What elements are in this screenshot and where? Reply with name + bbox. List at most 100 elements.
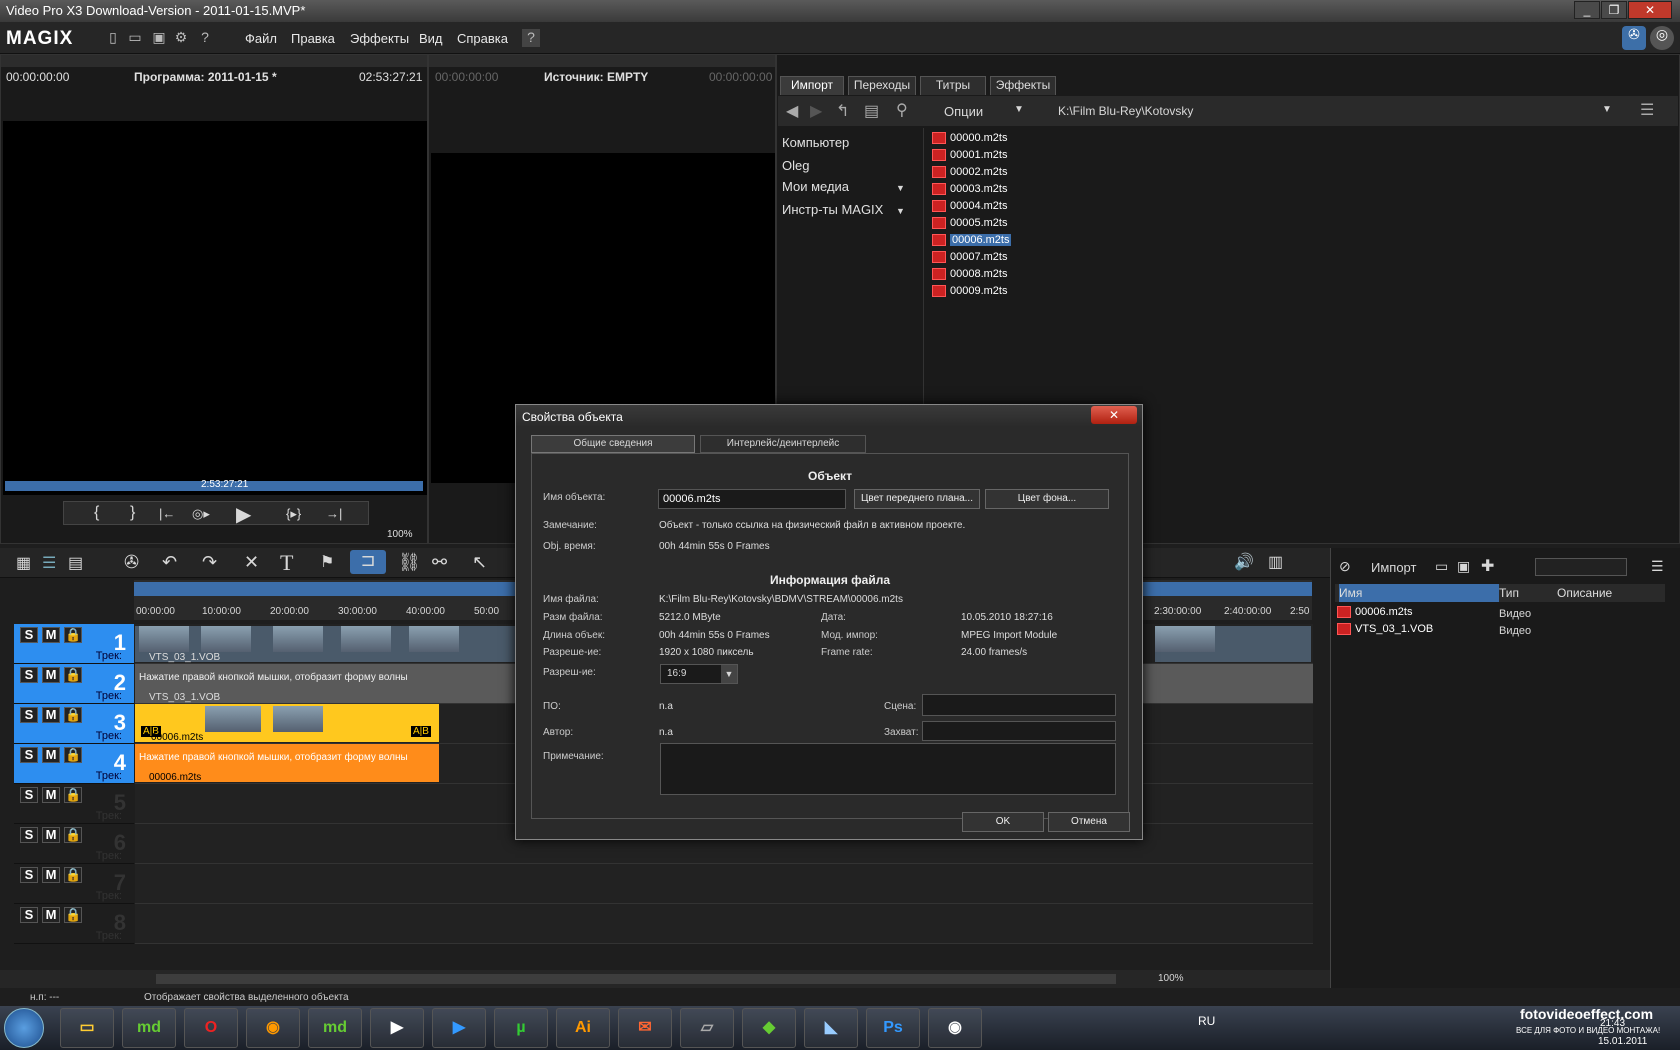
- redo-icon[interactable]: ↷: [202, 552, 217, 573]
- tab-transitions[interactable]: Переходы: [848, 76, 916, 95]
- options-dropdown[interactable]: Опции: [944, 104, 983, 119]
- track-header[interactable]: S M 🔒 6 Трек:: [14, 824, 134, 864]
- folder-icon[interactable]: ▭: [1435, 558, 1448, 575]
- mark-in-icon[interactable]: {: [94, 504, 99, 522]
- next-marker-icon[interactable]: {▸}: [286, 506, 301, 522]
- track-header[interactable]: S M 🔒 4 Трек:: [14, 744, 134, 784]
- solo-button[interactable]: S: [20, 827, 38, 843]
- explorer-taskbar-icon[interactable]: ▭: [60, 1008, 114, 1048]
- scene-field[interactable]: [922, 694, 1116, 716]
- list-item[interactable]: 00005.m2ts: [932, 217, 1007, 233]
- tools-taskbar-icon[interactable]: ◣: [804, 1008, 858, 1048]
- list-item[interactable]: 00002.m2ts: [932, 166, 1007, 182]
- mute-button[interactable]: M: [42, 667, 60, 683]
- mute-button[interactable]: M: [42, 907, 60, 923]
- add-icon[interactable]: ✚: [1481, 556, 1494, 576]
- track-header[interactable]: S M 🔒 8 Трек:: [14, 904, 134, 944]
- solo-button[interactable]: S: [20, 627, 38, 643]
- storyboard-mode-icon[interactable]: ▦: [16, 553, 31, 573]
- cancel-button[interactable]: Отмена: [1048, 812, 1130, 832]
- minimize-button[interactable]: _: [1574, 1, 1600, 19]
- save-icon[interactable]: ▣: [150, 29, 168, 47]
- track-lane-7[interactable]: [135, 864, 1313, 904]
- track-header[interactable]: S M 🔒 1 Трек:: [14, 624, 134, 664]
- lock-icon[interactable]: 🔒: [64, 707, 82, 723]
- lock-icon[interactable]: 🔒: [64, 627, 82, 643]
- chevron-down-icon[interactable]: ▼: [896, 183, 905, 193]
- link-icon[interactable]: ⛓: [398, 552, 421, 573]
- mute-button[interactable]: M: [42, 747, 60, 763]
- magix-app-taskbar-icon[interactable]: ◆: [742, 1008, 796, 1048]
- chevron-down-icon[interactable]: ▼: [721, 665, 737, 683]
- settings-icon[interactable]: ⚙: [172, 29, 190, 47]
- back-arrow-icon[interactable]: ◀: [786, 101, 798, 121]
- volume-icon[interactable]: 🔊: [1234, 552, 1254, 572]
- scene-mode-icon[interactable]: ▤: [68, 553, 83, 573]
- notepad-taskbar-icon[interactable]: ▱: [680, 1008, 734, 1048]
- note-textarea[interactable]: [660, 743, 1116, 795]
- end-icon[interactable]: →|: [326, 506, 342, 521]
- list-item[interactable]: 00008.m2ts: [932, 268, 1007, 284]
- table-row[interactable]: VTS_03_1.VOB: [1337, 623, 1433, 636]
- start-button[interactable]: [4, 1008, 44, 1048]
- object-name-field[interactable]: 00006.m2ts: [658, 489, 846, 509]
- solo-button[interactable]: S: [20, 747, 38, 763]
- list-item[interactable]: 00001.m2ts: [932, 149, 1007, 165]
- track-header[interactable]: S M 🔒 7 Трек:: [14, 864, 134, 904]
- ok-button[interactable]: OK: [962, 812, 1044, 832]
- nav-my-media[interactable]: Мои медиа: [782, 179, 849, 194]
- tab-effects[interactable]: Эффекты: [990, 76, 1056, 95]
- play-icon[interactable]: ▶: [236, 502, 251, 527]
- path-dropdown-icon[interactable]: ▼: [1602, 104, 1612, 115]
- crossfade-ab-icon[interactable]: A|B: [411, 726, 431, 737]
- scrollbar-thumb[interactable]: [156, 974, 1116, 984]
- lock-icon[interactable]: 🔒: [64, 867, 82, 883]
- list-item[interactable]: 00003.m2ts: [932, 183, 1007, 199]
- close-button[interactable]: ✕: [1628, 1, 1672, 19]
- timeline-mode-icon[interactable]: ☰: [42, 553, 56, 573]
- mute-button[interactable]: M: [42, 787, 60, 803]
- column-description[interactable]: Описание: [1557, 584, 1612, 602]
- snap-icon[interactable]: ⊐: [350, 550, 386, 574]
- solo-button[interactable]: S: [20, 867, 38, 883]
- list-item[interactable]: 00009.m2ts: [932, 285, 1007, 301]
- track-lane-8[interactable]: [135, 904, 1313, 944]
- source-title[interactable]: Источник: EMPTY: [544, 70, 648, 84]
- magix-md2-taskbar-icon[interactable]: md: [308, 1008, 362, 1048]
- refresh-icon[interactable]: ⊘: [1339, 558, 1351, 575]
- timeline-scrollbar[interactable]: 100%: [0, 970, 1330, 988]
- prev-marker-icon[interactable]: |←: [159, 506, 175, 521]
- list-item[interactable]: 00007.m2ts: [932, 251, 1007, 267]
- tab-import[interactable]: Импорт: [780, 76, 844, 95]
- forward-arrow-icon[interactable]: ▶: [810, 101, 822, 121]
- save-icon[interactable]: ▣: [1457, 558, 1470, 575]
- solo-button[interactable]: S: [20, 787, 38, 803]
- nav-oleg[interactable]: Oleg: [782, 158, 809, 173]
- track-header[interactable]: S M 🔒 3 Трек:: [14, 704, 134, 744]
- unlink-icon[interactable]: ⚯: [432, 552, 447, 573]
- tab-titles[interactable]: Титры: [920, 76, 986, 95]
- track-header[interactable]: S M 🔒 2 Трек:: [14, 664, 134, 704]
- mixer-icon[interactable]: ▥: [1268, 552, 1283, 572]
- clock-date[interactable]: 15.01.2011: [1598, 1036, 1647, 1047]
- mute-button[interactable]: M: [42, 707, 60, 723]
- mail-taskbar-icon[interactable]: ✉: [618, 1008, 672, 1048]
- solo-button[interactable]: S: [20, 667, 38, 683]
- column-type[interactable]: Тип: [1499, 584, 1519, 602]
- up-folder-icon[interactable]: ↰: [836, 101, 849, 121]
- utorrent-taskbar-icon[interactable]: µ: [494, 1008, 548, 1048]
- list-item[interactable]: 00004.m2ts: [932, 200, 1007, 216]
- magix-md-taskbar-icon[interactable]: md: [122, 1008, 176, 1048]
- lock-icon[interactable]: 🔒: [64, 907, 82, 923]
- mute-button[interactable]: M: [42, 827, 60, 843]
- background-color-button[interactable]: Цвет фона...: [985, 489, 1109, 509]
- help-book-icon[interactable]: ?: [522, 29, 540, 47]
- language-indicator[interactable]: RU: [1198, 1014, 1215, 1028]
- solo-button[interactable]: S: [20, 707, 38, 723]
- photoshop-taskbar-icon[interactable]: Ps: [866, 1008, 920, 1048]
- illustrator-taskbar-icon[interactable]: Ai: [556, 1008, 610, 1048]
- tab-general[interactable]: Общие сведения: [531, 435, 695, 453]
- eye-taskbar-icon[interactable]: ◉: [928, 1008, 982, 1048]
- chevron-down-icon[interactable]: ▼: [1014, 104, 1024, 115]
- dialog-close-button[interactable]: ✕: [1091, 406, 1137, 424]
